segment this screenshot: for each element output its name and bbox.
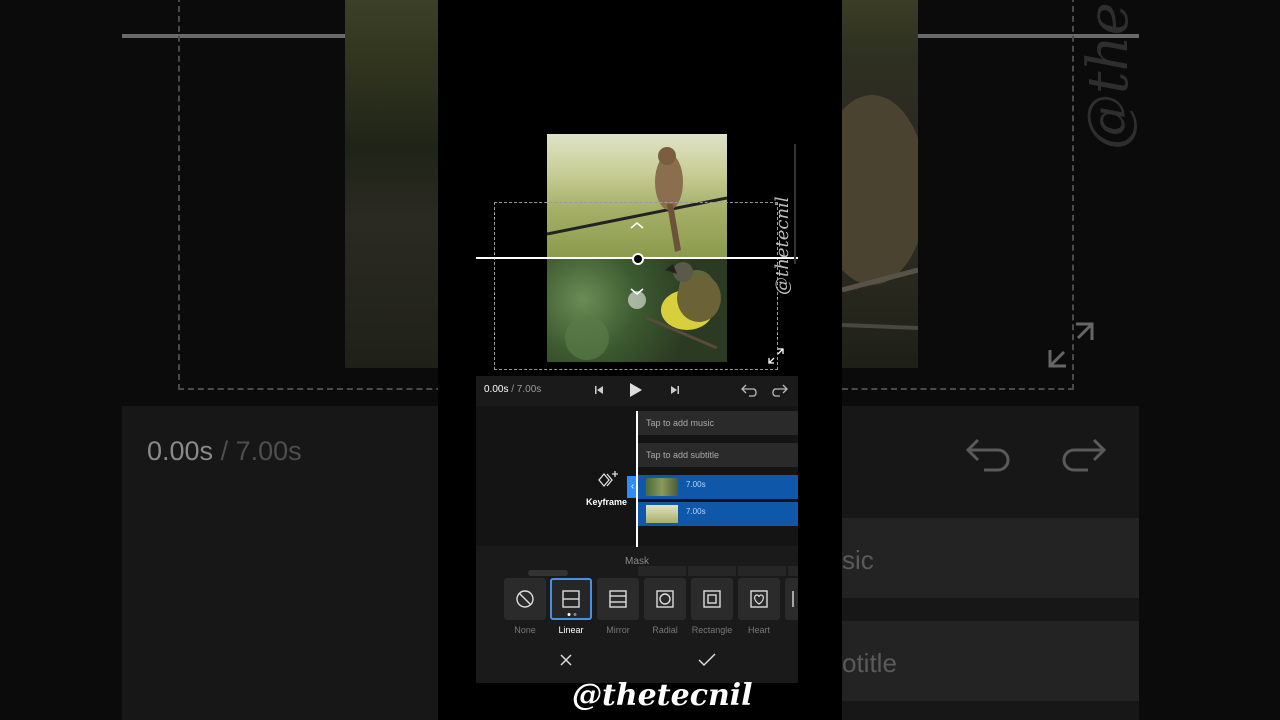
video-clip-2[interactable]: 7.00s	[638, 502, 798, 526]
undo-icon	[741, 384, 757, 397]
timeline-ruler	[638, 566, 686, 576]
cancel-button[interactable]	[554, 648, 578, 672]
scroll-indicator	[528, 570, 568, 576]
clip-duration: 7.00s	[686, 480, 706, 489]
background-music-row	[842, 518, 1139, 598]
background-time-display: 0.00s / 7.00s	[147, 436, 302, 466]
selection-dots	[567, 613, 577, 616]
add-music-track[interactable]: Tap to add music	[638, 411, 798, 435]
background-bird-shape	[842, 95, 927, 330]
mask-option-mirror[interactable]	[597, 578, 639, 620]
mask-option-none[interactable]	[504, 578, 546, 620]
background-undo-icon	[965, 438, 1010, 472]
skip-forward-icon	[671, 386, 679, 394]
mask-label-radial: Radial	[652, 625, 678, 635]
mask-label-linear: Linear	[558, 625, 584, 635]
feather-handle[interactable]	[628, 291, 646, 309]
background-photo	[842, 0, 927, 368]
timeline-ruler	[738, 566, 786, 576]
skip-back-button[interactable]	[589, 380, 609, 400]
mirror-mask-icon	[609, 590, 627, 608]
clip-thumbnail	[646, 505, 678, 523]
play-icon	[630, 383, 642, 397]
fullscreen-icon[interactable]	[768, 348, 784, 364]
background-music-text: sic	[842, 545, 874, 575]
radial-mask-icon	[656, 590, 674, 608]
timeline-ruler	[788, 566, 798, 576]
mask-label-none: None	[514, 625, 536, 635]
check-icon	[698, 653, 716, 667]
clip-duration: 7.00s	[686, 507, 706, 516]
mask-label-heart: Heart	[747, 625, 770, 635]
background-left: 0.00s / 7.00s	[0, 0, 438, 720]
current-time: 0.00s	[484, 384, 509, 395]
heart-mask-icon	[750, 590, 768, 608]
background-watermark: @thetecnil	[1076, 0, 1141, 150]
keyframe-label: Keyframe	[586, 497, 628, 507]
chevron-up-icon[interactable]	[629, 220, 645, 230]
mask-label-rectangle: Rectangle	[691, 625, 733, 635]
clip-thumbnail	[646, 478, 678, 496]
playhead[interactable]	[636, 411, 638, 547]
redo-button[interactable]	[769, 380, 789, 400]
mask-panel-title: Mask	[625, 556, 649, 567]
mask-label-mirror: Mirror	[606, 625, 630, 635]
editor-panel: 0.00s / 7.00s Tap to add music Tap to ad…	[476, 376, 798, 683]
rectangle-mask-icon	[703, 590, 721, 608]
mask-option-heart[interactable]	[738, 578, 780, 620]
close-icon	[560, 654, 572, 666]
mask-center-handle[interactable]	[632, 253, 644, 265]
background-subtitle-text: otitle	[842, 648, 897, 678]
confirm-button[interactable]	[695, 648, 719, 672]
more-mask-icon	[791, 591, 794, 607]
linear-mask-icon	[562, 590, 580, 608]
background-photo	[345, 0, 438, 368]
background-expand-icon	[1048, 322, 1094, 368]
video-clip-1[interactable]: 7.00s	[638, 475, 798, 499]
play-button[interactable]	[626, 380, 646, 400]
mask-option-radial[interactable]	[644, 578, 686, 620]
keyframe-add-icon[interactable]	[596, 470, 620, 490]
skip-back-icon	[595, 386, 603, 394]
add-subtitle-track[interactable]: Tap to add subtitle	[638, 443, 798, 467]
redo-icon	[772, 384, 788, 397]
undo-button[interactable]	[740, 380, 760, 400]
mask-option-rectangle[interactable]	[691, 578, 733, 620]
skip-forward-button[interactable]	[665, 380, 685, 400]
timeline-ruler	[688, 566, 736, 576]
watermark-bottom: @thetecnil	[572, 678, 753, 713]
preview-edge-marker	[794, 144, 796, 264]
watermark-vertical: @thetecnil	[772, 196, 793, 295]
background-redo-icon	[1062, 438, 1107, 472]
none-circle-icon	[516, 590, 534, 608]
time-display: 0.00s / 7.00s	[484, 384, 541, 395]
total-time: / 7.00s	[508, 384, 542, 395]
mask-option-more[interactable]	[785, 578, 798, 620]
